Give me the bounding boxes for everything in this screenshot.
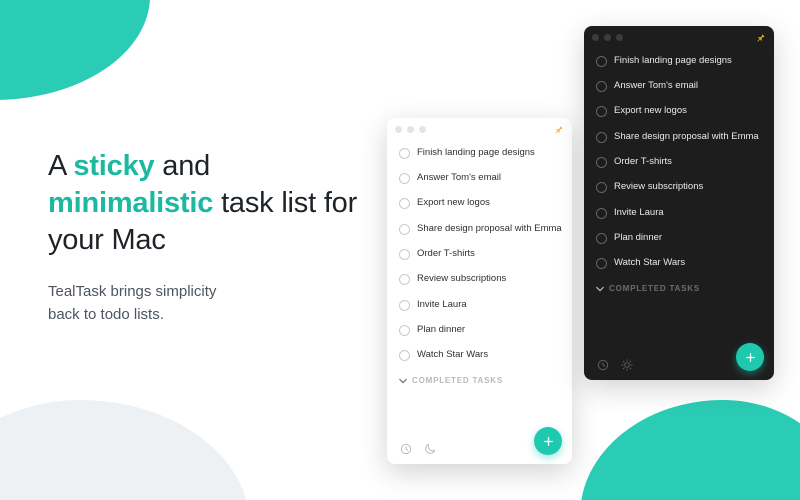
checkbox-icon[interactable] <box>596 233 607 244</box>
add-task-button[interactable] <box>534 427 562 455</box>
checkbox-icon[interactable] <box>596 157 607 168</box>
sun-icon[interactable] <box>620 358 634 372</box>
window-footer <box>387 422 572 464</box>
traffic-light-dot[interactable] <box>592 34 599 41</box>
task-label: Order T-shirts <box>417 248 475 260</box>
task-label: Answer Tom's email <box>417 172 501 184</box>
task-label: Share design proposal with Emma <box>417 223 562 235</box>
checkbox-icon[interactable] <box>399 198 410 209</box>
task-row[interactable]: Watch Star Wars <box>399 343 562 368</box>
pin-icon[interactable] <box>754 31 766 43</box>
pin-icon[interactable] <box>552 123 564 135</box>
task-label: Order T-shirts <box>614 156 672 168</box>
task-label: Export new logos <box>417 197 490 209</box>
hero-subtitle: TealTask brings simplicity back to todo … <box>48 281 368 326</box>
task-row[interactable]: Plan dinner <box>399 317 562 342</box>
checkbox-icon[interactable] <box>399 148 410 159</box>
add-task-button[interactable] <box>736 343 764 371</box>
task-row[interactable]: Order T-shirts <box>596 149 764 174</box>
task-label: Finish landing page designs <box>417 147 535 159</box>
checkbox-icon[interactable] <box>399 350 410 361</box>
window-titlebar <box>387 118 572 140</box>
clock-icon[interactable] <box>399 442 413 456</box>
traffic-light-dot[interactable] <box>407 126 414 133</box>
hero: A sticky and minimalistic task list for … <box>48 148 368 326</box>
task-row[interactable]: Answer Tom's email <box>399 165 562 190</box>
task-window-light: Finish landing page designs Answer Tom's… <box>387 118 572 464</box>
checkbox-icon[interactable] <box>596 208 607 219</box>
task-label: Review subscriptions <box>614 181 703 193</box>
task-label: Review subscriptions <box>417 273 506 285</box>
hero-headline: A sticky and minimalistic task list for … <box>48 148 368 259</box>
checkbox-icon[interactable] <box>399 173 410 184</box>
checkbox-icon[interactable] <box>596 106 607 117</box>
chevron-down-icon <box>596 285 604 293</box>
task-row[interactable]: Order T-shirts <box>399 241 562 266</box>
hero-em-sticky: sticky <box>73 150 154 182</box>
traffic-light-dot[interactable] <box>604 34 611 41</box>
task-row[interactable]: Plan dinner <box>596 225 764 250</box>
checkbox-icon[interactable] <box>399 274 410 285</box>
task-list: Finish landing page designs Answer Tom's… <box>584 48 774 338</box>
task-row[interactable]: Export new logos <box>399 191 562 216</box>
completed-tasks-toggle[interactable]: COMPLETED TASKS <box>399 368 562 387</box>
task-label: Finish landing page designs <box>614 55 732 67</box>
task-row[interactable]: Finish landing page designs <box>596 48 764 73</box>
checkbox-icon[interactable] <box>399 249 410 260</box>
window-titlebar <box>584 26 774 48</box>
task-row[interactable]: Review subscriptions <box>596 175 764 200</box>
clock-icon[interactable] <box>596 358 610 372</box>
checkbox-icon[interactable] <box>596 81 607 92</box>
task-row[interactable]: Share design proposal with Emma <box>399 216 562 241</box>
task-label: Answer Tom's email <box>614 80 698 92</box>
decor-blob-top-left <box>0 0 150 100</box>
task-label: Export new logos <box>614 105 687 117</box>
checkbox-icon[interactable] <box>399 325 410 336</box>
task-label: Plan dinner <box>417 324 465 336</box>
task-label: Plan dinner <box>614 232 662 244</box>
task-row[interactable]: Answer Tom's email <box>596 73 764 98</box>
checkbox-icon[interactable] <box>399 224 410 235</box>
task-row[interactable]: Export new logos <box>596 99 764 124</box>
traffic-light-dot[interactable] <box>395 126 402 133</box>
checkbox-icon[interactable] <box>596 182 607 193</box>
traffic-light-dot[interactable] <box>616 34 623 41</box>
window-footer <box>584 338 774 380</box>
task-row[interactable]: Review subscriptions <box>399 267 562 292</box>
task-row[interactable]: Watch Star Wars <box>596 251 764 276</box>
task-label: Invite Laura <box>417 299 467 311</box>
checkbox-icon[interactable] <box>596 258 607 269</box>
checkbox-icon[interactable] <box>596 132 607 143</box>
decor-blob-bottom-right <box>580 400 800 500</box>
completed-tasks-toggle[interactable]: COMPLETED TASKS <box>596 276 764 295</box>
hero-em-minimalistic: minimalistic <box>48 187 213 219</box>
completed-tasks-label: COMPLETED TASKS <box>412 376 503 385</box>
task-label: Watch Star Wars <box>614 257 685 269</box>
checkbox-icon[interactable] <box>399 300 410 311</box>
checkbox-icon[interactable] <box>596 56 607 67</box>
traffic-light-dot[interactable] <box>419 126 426 133</box>
moon-icon[interactable] <box>423 442 437 456</box>
completed-tasks-label: COMPLETED TASKS <box>609 284 700 293</box>
task-label: Watch Star Wars <box>417 349 488 361</box>
task-label: Invite Laura <box>614 207 664 219</box>
task-list: Finish landing page designs Answer Tom's… <box>387 140 572 422</box>
chevron-down-icon <box>399 377 407 385</box>
task-label: Share design proposal with Emma <box>614 131 759 143</box>
decor-blob-gray <box>0 400 250 500</box>
task-row[interactable]: Finish landing page designs <box>399 140 562 165</box>
task-row[interactable]: Invite Laura <box>596 200 764 225</box>
task-row[interactable]: Invite Laura <box>399 292 562 317</box>
task-window-dark: Finish landing page designs Answer Tom's… <box>584 26 774 380</box>
task-row[interactable]: Share design proposal with Emma <box>596 124 764 149</box>
